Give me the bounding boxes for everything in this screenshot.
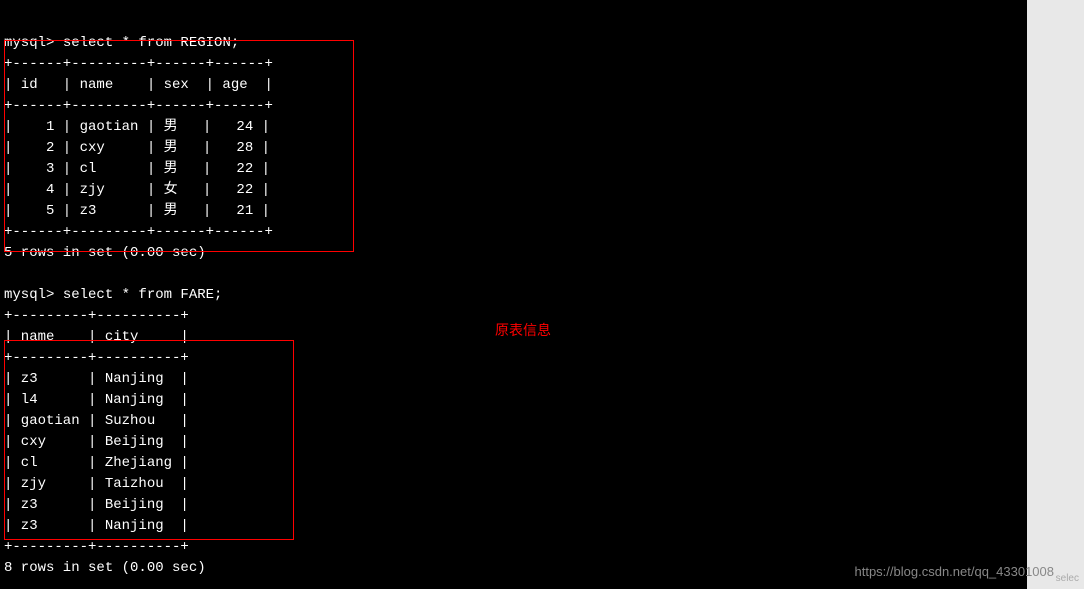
table-row: | 4 | zjy | 女 | 22 | [4, 182, 270, 198]
table-row: | cxy | Beijing | [4, 434, 189, 450]
table-row: | z3 | Nanjing | [4, 518, 189, 534]
table-header: | name | city | [4, 329, 189, 345]
table-border: +---------+----------+ [4, 308, 189, 324]
table-row: | 3 | cl | 男 | 22 | [4, 161, 270, 177]
watermark-text: https://blog.csdn.net/qq_43301008 [855, 564, 1055, 579]
mysql-prompt: mysql> select * from REGION; [4, 35, 239, 51]
table-border: +------+---------+------+------+ [4, 224, 273, 240]
corner-label: selec [1056, 573, 1079, 584]
table-row: | cl | Zhejiang | [4, 455, 189, 471]
table-row: | zjy | Taizhou | [4, 476, 189, 492]
mysql-prompt: mysql> select * from FARE; [4, 287, 222, 303]
terminal-output: mysql> select * from REGION; +------+---… [0, 0, 1027, 589]
table-border: +---------+----------+ [4, 350, 189, 366]
table-border: +------+---------+------+------+ [4, 56, 273, 72]
table-border: +---------+----------+ [4, 539, 189, 555]
result-line: 5 rows in set (0.00 sec) [4, 245, 206, 261]
table-row: | l4 | Nanjing | [4, 392, 189, 408]
table-row: | gaotian | Suzhou | [4, 413, 189, 429]
table-border: +------+---------+------+------+ [4, 98, 273, 114]
table-row: | 2 | cxy | 男 | 28 | [4, 140, 270, 156]
right-panel [1027, 0, 1084, 589]
annotation-label: 原表信息 [495, 320, 551, 340]
table-row: | z3 | Beijing | [4, 497, 189, 513]
result-line: 8 rows in set (0.00 sec) [4, 560, 206, 576]
table-row: | z3 | Nanjing | [4, 371, 189, 387]
table-header: | id | name | sex | age | [4, 77, 273, 93]
table-row: | 5 | z3 | 男 | 21 | [4, 203, 270, 219]
table-row: | 1 | gaotian | 男 | 24 | [4, 119, 270, 135]
